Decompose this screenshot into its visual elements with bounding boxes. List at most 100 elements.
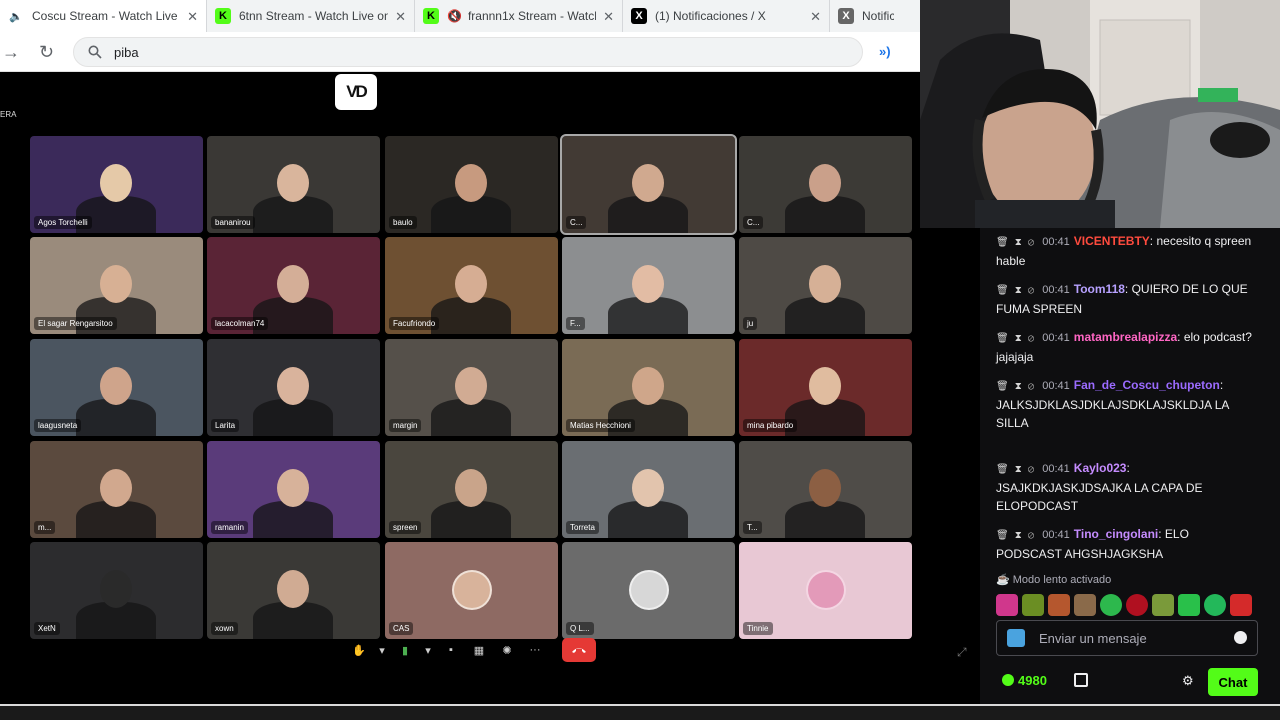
participant-tile[interactable]: baulo [385, 136, 558, 233]
participant-name: Agos Torchelli [34, 216, 92, 229]
muted-speaker-icon[interactable]: 🔇 [447, 9, 462, 23]
moderation-icons[interactable]: 🗑⧗⊘ [996, 381, 1040, 392]
participant-tile[interactable]: mina pibardo [739, 339, 912, 436]
forward-icon[interactable]: → [2, 42, 20, 63]
message-username[interactable]: matambrealapizza [1074, 330, 1177, 344]
chat-message: 🗑⧗⊘ 00:41 VICENTEBTY: necesito q spreen ha… [996, 232, 1254, 270]
message-username[interactable]: Kaylo023 [1074, 461, 1127, 475]
tab-6tnn-stream[interactable]: K 6tnn Stream - Watch Live on Ki ✕ [207, 0, 415, 32]
emote-icon[interactable] [1126, 594, 1148, 616]
participant-tile[interactable]: Larita [207, 339, 380, 436]
emote-icon[interactable] [1152, 594, 1174, 616]
emote-icon[interactable] [1100, 594, 1122, 616]
participant-tile[interactable]: Matias Hecchioni [562, 339, 735, 436]
participant-tile[interactable]: F... [562, 237, 735, 334]
participant-tile[interactable]: xown [207, 542, 380, 639]
store-icon[interactable] [1074, 673, 1088, 687]
message-username[interactable]: Toom118 [1074, 282, 1125, 296]
tab-title: frannn1x Stream - Watch Li [467, 9, 596, 23]
omnibox-input[interactable]: piba [73, 37, 863, 67]
emote-icon[interactable] [1204, 594, 1226, 616]
participant-name: XetN [34, 622, 60, 635]
participant-tile[interactable]: margin [385, 339, 558, 436]
participant-face [100, 265, 132, 303]
chevron-down-icon[interactable]: ▾ [378, 641, 386, 659]
participant-name: C... [566, 216, 587, 229]
participant-tile[interactable]: C... [739, 136, 912, 233]
emote-icon[interactable] [1074, 594, 1096, 616]
address-bar: → ↻ piba ») [0, 32, 920, 72]
avatar [452, 570, 492, 610]
message-username[interactable]: VICENTEBTY [1074, 234, 1150, 248]
participant-name: margin [389, 419, 422, 432]
participant-tile[interactable]: lacacolman74 [207, 237, 380, 334]
participant-tile[interactable]: m... [30, 441, 203, 538]
close-icon[interactable]: ✕ [810, 9, 821, 25]
participant-tile[interactable]: Q L... [562, 542, 735, 639]
participant-name: CAS [389, 622, 414, 635]
message-text: JALKSJDKLASJDKLAJSDKLAJSKLDJA LA SILLA [996, 398, 1229, 430]
extension-icon[interactable]: ») [879, 44, 891, 59]
emote-icon[interactable] [1230, 594, 1252, 616]
close-icon[interactable]: ✕ [187, 9, 198, 25]
participant-name: m... [34, 521, 56, 534]
participant-tile[interactable]: spreen [385, 441, 558, 538]
participant-tile[interactable]: Tinnie [739, 542, 912, 639]
chat-bubble-icon[interactable]: ▪ [442, 641, 460, 659]
participant-tile[interactable]: laagusneta [30, 339, 203, 436]
participant-face [100, 570, 132, 608]
emote-icon[interactable] [1048, 594, 1070, 616]
message-username[interactable]: Tino_cingolani [1074, 527, 1158, 541]
moderation-icons[interactable]: 🗑⧗⊘ [996, 464, 1040, 475]
moderation-icons[interactable]: 🗑⧗⊘ [996, 530, 1040, 541]
emote-icon[interactable] [1022, 594, 1044, 616]
participant-tile[interactable]: T... [739, 441, 912, 538]
emote-icon[interactable] [996, 594, 1018, 616]
tab-frannn1x-stream[interactable]: K 🔇 frannn1x Stream - Watch Li ✕ [415, 0, 623, 32]
participant-name: spreen [389, 521, 422, 534]
emoji-icon[interactable] [1234, 631, 1247, 644]
effects-icon[interactable]: ✺ [498, 641, 516, 659]
participant-tile[interactable]: Facufriondo [385, 237, 558, 334]
chevron-down-icon[interactable]: ▾ [424, 641, 432, 659]
expand-icon[interactable]: ⤢ [957, 645, 967, 660]
participant-tile[interactable]: CAS [385, 542, 558, 639]
participant-tile[interactable]: Torreta [562, 441, 735, 538]
participant-tile[interactable]: C... [560, 134, 737, 235]
participant-name: baulo [389, 216, 417, 229]
channel-points[interactable]: 4980 [1002, 673, 1047, 688]
participant-name: Facufriondo [389, 317, 440, 330]
moderation-icons[interactable]: 🗑⧗⊘ [996, 285, 1040, 296]
tab-x-notifications-2[interactable]: X Notifica [830, 0, 920, 32]
avatar [629, 570, 669, 610]
moderation-icons[interactable]: 🗑⧗⊘ [996, 237, 1040, 248]
participant-name: ramanin [211, 521, 248, 534]
participant-name: bananirou [211, 216, 255, 229]
chat-message-input[interactable]: Enviar un mensaje [996, 620, 1258, 656]
send-chat-button[interactable]: Chat [1208, 668, 1258, 696]
hand-icon[interactable]: ✋ [350, 641, 368, 659]
more-icon[interactable]: ··· [526, 641, 544, 659]
call-controls: ✋ ▾ ▮ ▾ ▪ ▦ ✺ ··· [350, 638, 596, 662]
participant-tile[interactable]: bananirou [207, 136, 380, 233]
camera-icon[interactable]: ▮ [396, 641, 414, 659]
gear-icon[interactable]: ⚙ [1182, 673, 1194, 689]
emote-icon[interactable] [1178, 594, 1200, 616]
participant-face [632, 469, 664, 507]
participant-tile[interactable]: ramanin [207, 441, 380, 538]
close-icon[interactable]: ✕ [395, 9, 406, 25]
hang-up-button[interactable] [562, 638, 596, 662]
close-icon[interactable]: ✕ [603, 9, 614, 25]
reload-icon[interactable]: ↻ [39, 42, 54, 63]
grid-layout-icon[interactable]: ▦ [470, 641, 488, 659]
moderation-icons[interactable]: 🗑⧗⊘ [996, 333, 1040, 344]
participant-tile[interactable]: ju [739, 237, 912, 334]
tab-x-notifications[interactable]: X (1) Notificaciones / X ✕ [623, 0, 830, 32]
participant-tile[interactable]: El sagar Rengarsitoo [30, 237, 203, 334]
message-username[interactable]: Fan_de_Coscu_chupeton [1074, 378, 1220, 392]
participant-face [632, 265, 664, 303]
tab-coscu-stream[interactable]: 🔈 Coscu Stream - Watch Live ✕ [0, 0, 207, 32]
participant-face [100, 469, 132, 507]
participant-tile[interactable]: XetN [30, 542, 203, 639]
participant-tile[interactable]: Agos Torchelli [30, 136, 203, 233]
